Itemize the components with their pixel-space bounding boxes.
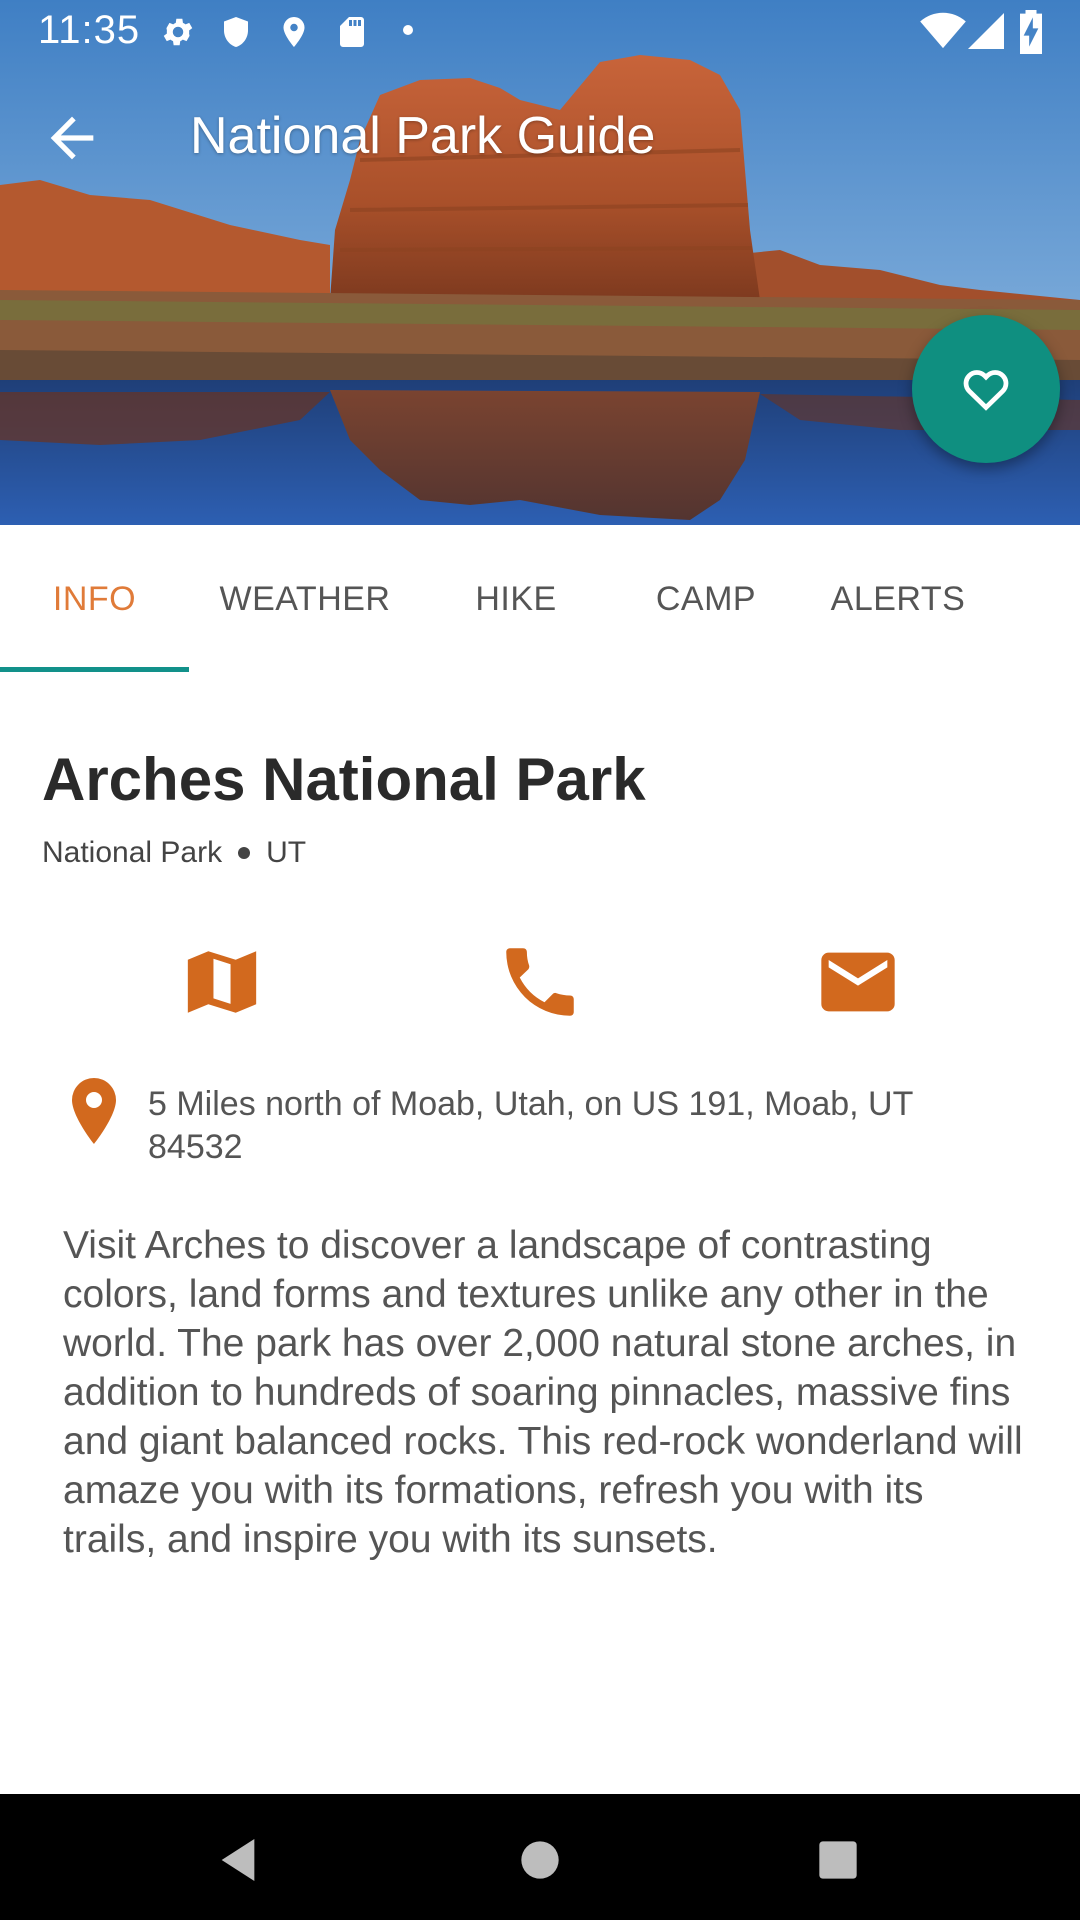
notification-dot-icon [403, 25, 413, 35]
park-designation: National Park [42, 836, 223, 869]
tab-alerts[interactable]: ALERTS [801, 525, 995, 673]
sd-card-icon [340, 17, 364, 47]
heart-outline-icon [963, 370, 1009, 411]
cell-signal-icon [968, 13, 1004, 49]
back-arrow-icon[interactable] [40, 106, 104, 170]
tab-bar: INFO WEATHER HIKE CAMP ALERTS [0, 525, 1080, 673]
park-landscape-photo [0, 0, 1080, 525]
map-button[interactable] [162, 922, 282, 1042]
nav-recents-icon[interactable] [808, 1832, 868, 1888]
map-icon [187, 951, 257, 1013]
settings-notification-icon [163, 18, 193, 46]
phone-icon [506, 948, 574, 1016]
location-pin-icon [72, 1078, 116, 1144]
status-bar: 11:35 [0, 0, 1080, 64]
tab-weather[interactable]: WEATHER [189, 525, 421, 673]
email-icon [821, 952, 895, 1012]
separator-dot [238, 847, 251, 859]
nav-home-icon[interactable] [510, 1832, 570, 1888]
tab-hike[interactable]: HIKE [421, 525, 611, 673]
battery-charging-icon [1020, 10, 1042, 54]
app-title: National Park Guide [190, 107, 656, 165]
tab-info[interactable]: INFO [0, 525, 189, 673]
favorite-button[interactable] [912, 315, 1060, 463]
app-bar: National Park Guide [0, 80, 1080, 192]
park-state: UT [266, 836, 307, 869]
park-name: Arches National Park [42, 746, 646, 813]
tab-camp[interactable]: CAMP [611, 525, 801, 673]
wifi-icon [920, 12, 966, 49]
hero-image: 11:35 National Park Guide [0, 0, 1080, 525]
park-address[interactable]: 5 Miles north of Moab, Utah, on US 191, … [148, 1083, 1008, 1169]
system-navigation-bar [0, 1794, 1080, 1920]
tab-indicator [0, 667, 189, 672]
park-meta: National Park UT [42, 836, 306, 870]
location-icon [283, 17, 305, 47]
nav-back-icon[interactable] [208, 1832, 268, 1888]
park-description: Visit Arches to discover a landscape of … [63, 1224, 1023, 1561]
status-time: 11:35 [38, 8, 141, 52]
email-button[interactable] [798, 922, 918, 1042]
shield-icon [224, 17, 248, 47]
call-button[interactable] [480, 922, 600, 1042]
